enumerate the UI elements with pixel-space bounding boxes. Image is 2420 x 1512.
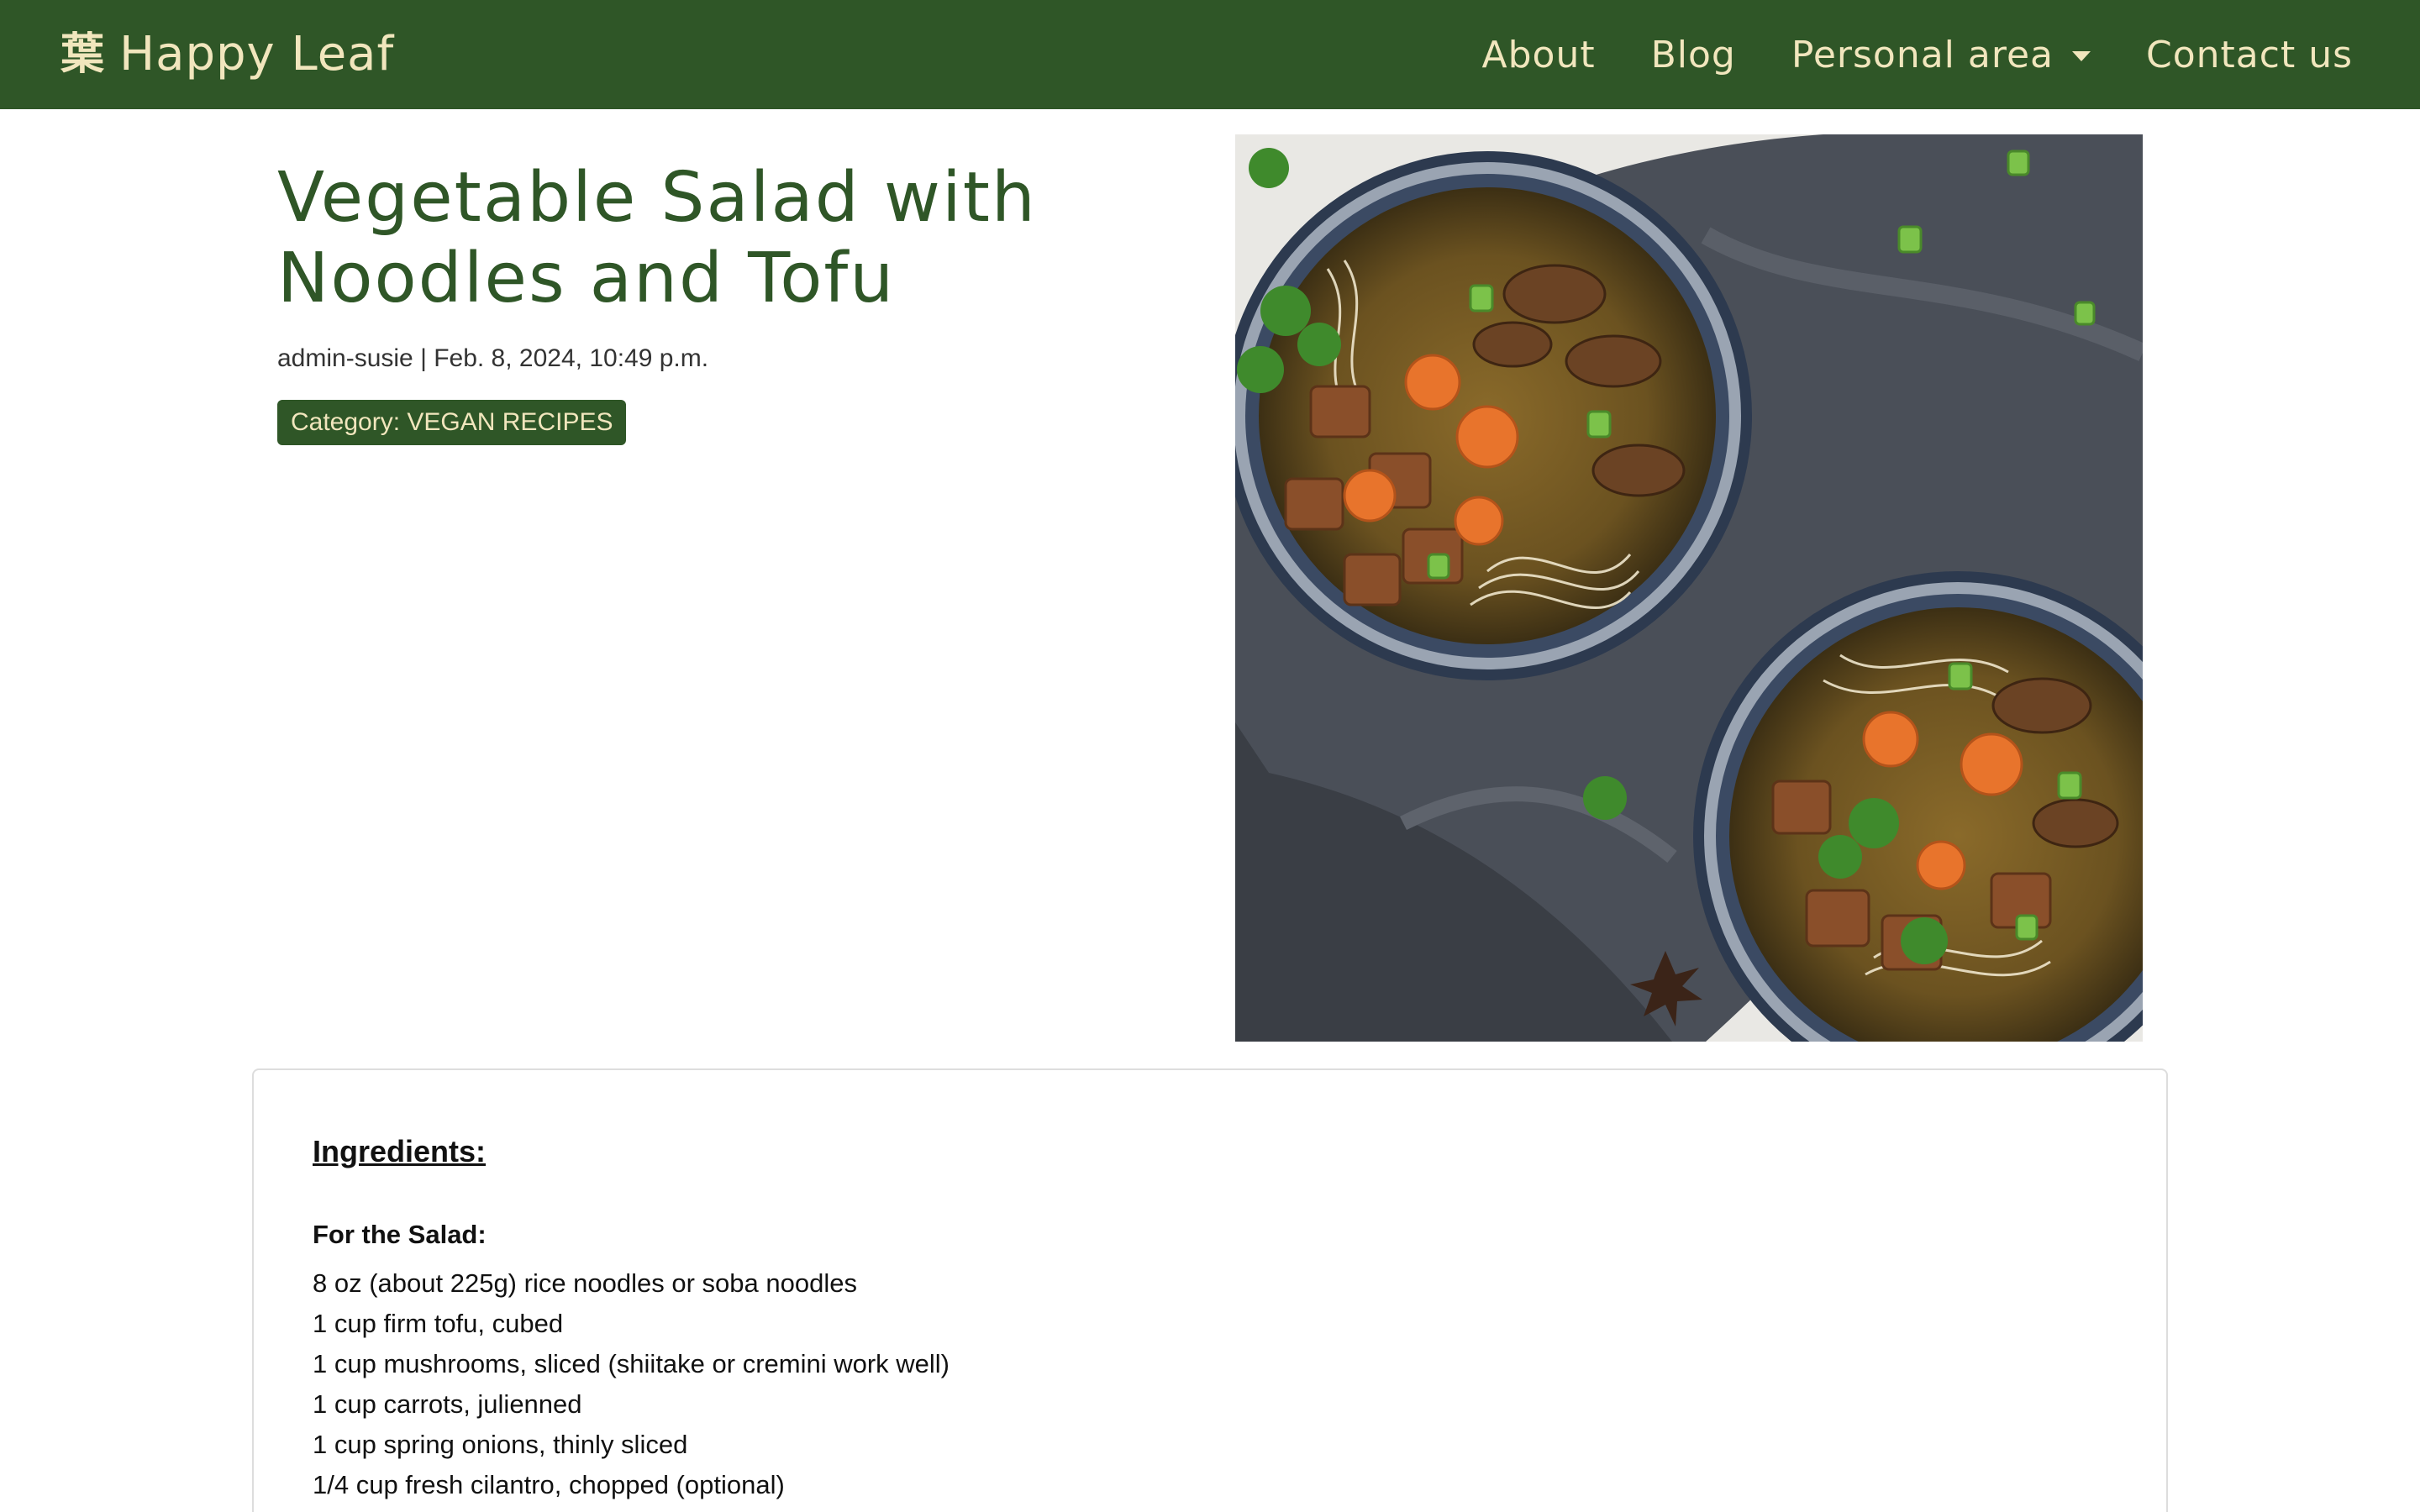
nav-dropdown-personal-area[interactable]: Personal area [1791, 34, 2091, 76]
top-navbar: 葉 Happy Leaf About Blog Personal area Co… [0, 0, 2420, 109]
nav-link-contact[interactable]: Contact us [2146, 34, 2353, 76]
nav-link-about[interactable]: About [1482, 34, 1596, 76]
brand-logo[interactable]: 葉 Happy Leaf [60, 31, 394, 78]
list-item: 1 cup carrots, julienned [313, 1389, 582, 1419]
chevron-down-icon [2072, 51, 2091, 61]
nav-links: About Blog Personal area Contact us [1482, 34, 2354, 76]
list-item: 8 oz (about 225g) rice noodles or soba n… [313, 1268, 857, 1298]
ingredients-list: 8 oz (about 225g) rice noodles or soba n… [313, 1263, 2107, 1512]
list-item: 1 cup spring onions, thinly sliced [313, 1430, 688, 1459]
post-title: Vegetable Salad with Noodles and Tofu [277, 158, 1037, 318]
list-item: Sesame seeds for garnish (optional) [313, 1505, 2107, 1512]
nav-dropdown-label: Personal area [1791, 33, 2054, 76]
category-badge[interactable]: Category: VEGAN RECIPES [277, 400, 627, 445]
list-item: 1 cup mushrooms, sliced (shiitake or cre… [313, 1349, 950, 1378]
ingredients-heading: Ingredients: [313, 1134, 487, 1168]
list-item: 1/4 cup fresh cilantro, chopped (optiona… [313, 1470, 785, 1499]
recipe-photo [1235, 134, 2143, 1042]
nav-link-blog[interactable]: Blog [1651, 34, 1736, 76]
salad-subheading: For the Salad: [313, 1220, 487, 1249]
post-header: Vegetable Salad with Noodles and Tofu ad… [277, 158, 1218, 445]
post-meta: admin-susie | Feb. 8, 2024, 10:49 p.m. [277, 344, 709, 372]
recipe-content-card: Ingredients: For the Salad: 8 oz (about … [252, 1068, 2168, 1512]
leaf-glyph-icon: 葉 [60, 29, 105, 80]
brand-name: Happy Leaf [119, 27, 395, 81]
list-item: 1 cup firm tofu, cubed [313, 1309, 564, 1338]
